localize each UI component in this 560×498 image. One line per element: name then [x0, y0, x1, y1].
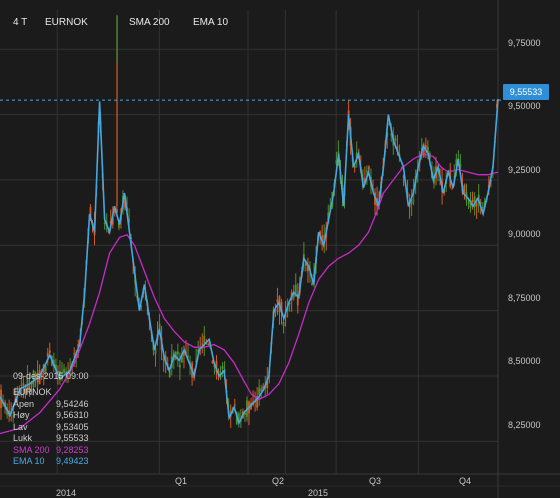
candle-body: [201, 343, 204, 345]
x-tick-label-year: 2014: [56, 488, 77, 498]
y-tick-label: 8,25000: [508, 420, 541, 430]
candle-body: [276, 299, 279, 303]
candle-body: [463, 184, 466, 194]
y-tick-label: 8,75000: [508, 293, 541, 303]
candle-body: [282, 321, 285, 327]
candle-body: [471, 200, 474, 203]
y-tick-label: 8,50000: [508, 356, 541, 366]
candle-body: [368, 166, 370, 170]
x-tick-label-year: 2015: [308, 488, 329, 498]
candle-body: [365, 170, 368, 173]
candle-body: [178, 364, 181, 368]
x-tick-label-q1: Q1: [175, 476, 188, 486]
candle-body: [176, 351, 179, 355]
x-tick-label-q4: Q4: [459, 476, 472, 486]
candle-body: [221, 366, 224, 370]
candle-body: [73, 353, 76, 355]
sma200-line: [0, 153, 499, 435]
candle-body: [394, 138, 397, 141]
timeframe-label[interactable]: 4 T: [13, 17, 27, 28]
candles: [0, 15, 498, 428]
candle-body: [481, 207, 484, 209]
candle-body: [207, 344, 210, 346]
candle-body: [258, 387, 261, 395]
candle-body: [467, 202, 470, 204]
y-tick-label: 9,25000: [508, 165, 541, 175]
candle-body: [203, 335, 206, 344]
x-tick-label-q2: Q2: [272, 476, 285, 486]
symbol-label[interactable]: EURNOK: [45, 17, 88, 28]
y-tick-label: 9,50000: [508, 101, 541, 111]
y-tick-label: 9,00000: [508, 229, 541, 239]
candle-body: [46, 353, 49, 357]
indicator-sma200-label[interactable]: SMA 200: [129, 17, 170, 28]
last-price-badge: 9,55533: [503, 84, 549, 100]
y-tick-label: 9,75000: [508, 38, 541, 48]
candle-body: [48, 350, 51, 353]
indicator-ema10-label[interactable]: EMA 10: [193, 17, 228, 28]
candle-body: [233, 404, 236, 406]
x-tick-label-q3: Q3: [369, 476, 382, 486]
candle-body: [475, 203, 478, 207]
candle-body: [22, 383, 25, 386]
